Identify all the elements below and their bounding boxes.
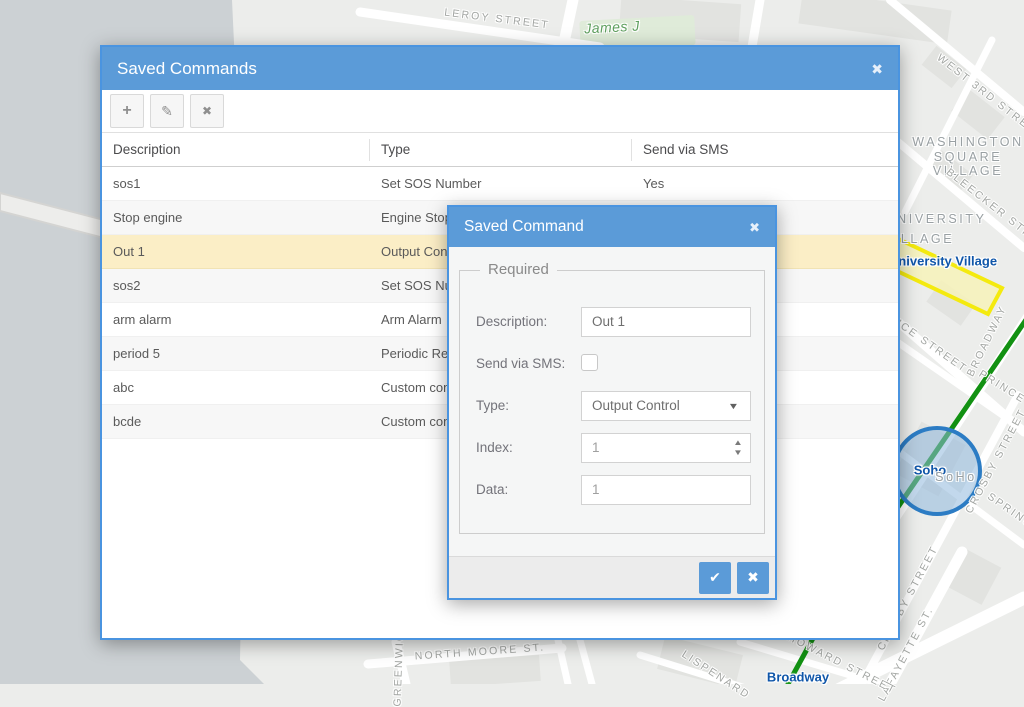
map-label: SQUARE <box>934 150 1002 164</box>
type-combobox[interactable]: Output Control ▼ <box>581 391 751 421</box>
cell-description: sos2 <box>102 278 370 293</box>
table-header: Description Type Send via SMS <box>102 133 898 167</box>
saved-commands-header[interactable]: Saved Commands ✖ <box>102 47 898 90</box>
required-fieldset: Required Description: Out 1 Send via SMS… <box>459 270 765 534</box>
saved-command-dialog: Saved Command ✖ Required Description: Ou… <box>447 205 777 600</box>
pencil-icon: ✎ <box>161 103 173 120</box>
confirm-button[interactable]: ✔ <box>699 562 731 594</box>
description-label: Description: <box>476 314 547 329</box>
map-label: Broadway <box>767 670 829 685</box>
remove-button[interactable]: ✖ <box>190 94 224 128</box>
fieldset-legend: Required <box>480 261 557 278</box>
map-label: WEST 3RD STREET <box>935 52 1024 142</box>
cell-description: arm alarm <box>102 312 370 327</box>
spinner-up-icon[interactable]: ▲ <box>733 438 743 448</box>
cell-description: Stop engine <box>102 210 370 225</box>
description-field[interactable]: Out 1 <box>581 307 751 337</box>
check-icon: ✔ <box>709 569 721 586</box>
saved-command-header[interactable]: Saved Command ✖ <box>449 207 775 247</box>
index-value: 1 <box>592 440 600 455</box>
edit-button[interactable]: ✎ <box>150 94 184 128</box>
spinner-arrows[interactable]: ▲ ▼ <box>734 438 742 458</box>
chevron-down-icon[interactable]: ▼ <box>728 392 740 420</box>
map-label: UNIVERSITY <box>885 212 986 226</box>
dialog-title: Saved Commands <box>117 59 257 79</box>
column-header-send-via-sms[interactable]: Send via SMS <box>632 139 898 161</box>
cell-description: bcde <box>102 414 370 429</box>
send-via-sms-checkbox[interactable] <box>581 354 598 371</box>
column-header-description[interactable]: Description <box>102 139 370 161</box>
dialog-footer: ✔ ✖ <box>449 556 775 598</box>
dialog-title: Saved Command <box>464 218 584 236</box>
map-label: University Village <box>889 254 997 269</box>
close-icon[interactable]: ✖ <box>871 62 883 76</box>
send-via-sms-label: Send via SMS: <box>476 356 565 371</box>
cancel-button[interactable]: ✖ <box>737 562 769 594</box>
close-icon: ✖ <box>747 569 759 586</box>
index-spinner[interactable]: 1 ▲ ▼ <box>581 433 751 463</box>
spinner-down-icon[interactable]: ▼ <box>733 448 743 458</box>
cell-description: Out 1 <box>102 244 370 259</box>
plus-icon: + <box>122 102 131 120</box>
cell-type: Set SOS Number <box>370 176 632 191</box>
map-label: WASHINGTON <box>912 135 1023 149</box>
map-label: SPRING STREET <box>985 491 1024 566</box>
commands-toolbar: + ✎ ✖ <box>102 90 898 133</box>
cell-send-via-sms: Yes <box>632 176 898 191</box>
map-label: BROADWAY <box>965 303 1010 378</box>
add-button[interactable]: + <box>110 94 144 128</box>
column-header-type[interactable]: Type <box>370 139 632 161</box>
map-label: LISPENARD <box>679 648 752 701</box>
map-label: LEROY STREET <box>444 7 551 32</box>
map-label: James J <box>584 18 640 37</box>
table-row[interactable]: sos1 Set SOS Number Yes <box>102 167 898 201</box>
map-label: NORTH MOORE ST. <box>414 641 545 662</box>
cell-description: abc <box>102 380 370 395</box>
index-label: Index: <box>476 440 513 455</box>
cross-icon: ✖ <box>202 104 212 118</box>
type-label: Type: <box>476 398 509 413</box>
close-icon[interactable]: ✖ <box>749 221 760 234</box>
type-value: Output Control <box>592 398 680 413</box>
data-field[interactable]: 1 <box>581 475 751 505</box>
cell-description: period 5 <box>102 346 370 361</box>
map-label: SoHo <box>935 470 977 484</box>
data-label: Data: <box>476 482 508 497</box>
cell-description: sos1 <box>102 176 370 191</box>
